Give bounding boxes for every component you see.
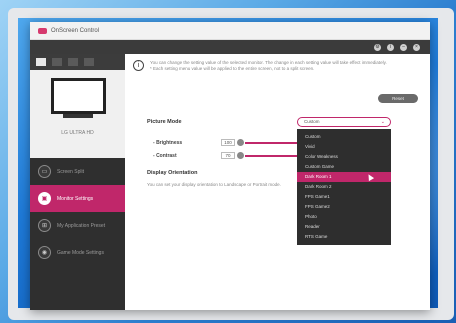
- dropdown-option[interactable]: Vivid: [297, 142, 391, 152]
- dropdown-option[interactable]: Color Weakness: [297, 152, 391, 162]
- brightness-label: - Brightness: [153, 140, 183, 146]
- brightness-value[interactable]: 100: [221, 139, 235, 146]
- gamepad-icon: ◉: [38, 246, 51, 259]
- title-bar[interactable]: OnScreen Control: [30, 22, 430, 40]
- dropdown-option[interactable]: Custom Game: [297, 162, 391, 172]
- sidebar-item-label: Monitor Settings: [57, 195, 94, 202]
- sidebar-item-monitor-settings[interactable]: ▣ Monitor Settings: [30, 185, 125, 212]
- dropdown-option-label: Dark Room 1: [305, 174, 332, 179]
- dropdown-option[interactable]: RTS Game: [297, 232, 391, 242]
- settings-icon[interactable]: ⚙: [374, 43, 381, 51]
- info-notice: i You can change the setting value of th…: [133, 60, 420, 72]
- app-preset-icon: ⊞: [38, 219, 51, 232]
- picture-mode-dropdown: Custom Vivid Color Weakness Custom Game …: [297, 129, 391, 245]
- chevron-down-icon: ⌄: [380, 119, 385, 125]
- monitor-settings-icon: ▣: [38, 192, 51, 205]
- monitor-tab-1[interactable]: [36, 58, 46, 66]
- dropdown-option[interactable]: FPS Game2: [297, 202, 391, 212]
- onscreen-control-window: OnScreen Control ⚙ i – × LG ULTRA HD ▭ S…: [30, 22, 430, 310]
- sidebar-item-label: My Application Preset: [57, 222, 106, 229]
- reset-button[interactable]: Reset: [378, 94, 418, 103]
- dropdown-option[interactable]: Dark Room 2: [297, 182, 391, 192]
- dropdown-option[interactable]: Reader: [297, 222, 391, 232]
- monitor-tabs: [30, 54, 125, 70]
- contrast-value[interactable]: 70: [221, 152, 235, 159]
- dropdown-option[interactable]: Photo: [297, 212, 391, 222]
- info-text-2: * Each setting menu value will be applie…: [150, 66, 315, 71]
- window-title: OnScreen Control: [51, 27, 100, 34]
- minimize-icon[interactable]: –: [400, 43, 407, 51]
- picture-mode-value: Custom: [304, 119, 320, 124]
- info-icon[interactable]: i: [387, 43, 394, 51]
- window-controls: ⚙ i – ×: [30, 40, 430, 54]
- sidebar-item-screen-split[interactable]: ▭ Screen Split: [30, 158, 125, 185]
- picture-mode-select[interactable]: Custom ⌄: [297, 117, 391, 127]
- dropdown-option[interactable]: Custom: [297, 132, 391, 142]
- sidebar-item-app-preset[interactable]: ⊞ My Application Preset: [30, 212, 125, 239]
- contrast-label: - Contrast: [153, 153, 177, 159]
- monitor-tab-2[interactable]: [52, 58, 62, 66]
- sidebar-item-game-mode[interactable]: ◉ Game Mode Settings: [30, 239, 125, 266]
- close-icon[interactable]: ×: [413, 43, 420, 51]
- info-circle-icon: i: [133, 60, 144, 71]
- display-orientation-desc: You can set your display orientation to …: [147, 182, 281, 187]
- main-panel: i You can change the setting value of th…: [125, 54, 430, 310]
- monitor-name: LG ULTRA HD: [61, 130, 94, 136]
- monitor-stand: [63, 114, 93, 118]
- dropdown-option-selected[interactable]: Dark Room 1: [297, 172, 391, 182]
- brightness-slider-knob[interactable]: [237, 139, 244, 146]
- contrast-slider-knob[interactable]: [237, 152, 244, 159]
- contrast-slider-track[interactable]: [245, 155, 297, 157]
- mouse-cursor-icon: [365, 172, 375, 182]
- sidebar-item-label: Game Mode Settings: [57, 249, 104, 256]
- brightness-slider-track[interactable]: [245, 142, 297, 144]
- picture-mode-label: Picture Mode: [147, 119, 182, 125]
- dropdown-option[interactable]: FPS Game1: [297, 192, 391, 202]
- monitor-tab-4[interactable]: [84, 58, 94, 66]
- monitor-tab-3[interactable]: [68, 58, 78, 66]
- monitor-preview: LG ULTRA HD: [30, 70, 125, 158]
- lg-logo-icon: [38, 27, 47, 34]
- monitor-icon: [51, 78, 106, 114]
- display-orientation-label: Display Orientation: [147, 170, 198, 176]
- screen-split-icon: ▭: [38, 165, 51, 178]
- sidebar-item-label: Screen Split: [57, 168, 84, 175]
- sidebar: LG ULTRA HD ▭ Screen Split ▣ Monitor Set…: [30, 54, 125, 310]
